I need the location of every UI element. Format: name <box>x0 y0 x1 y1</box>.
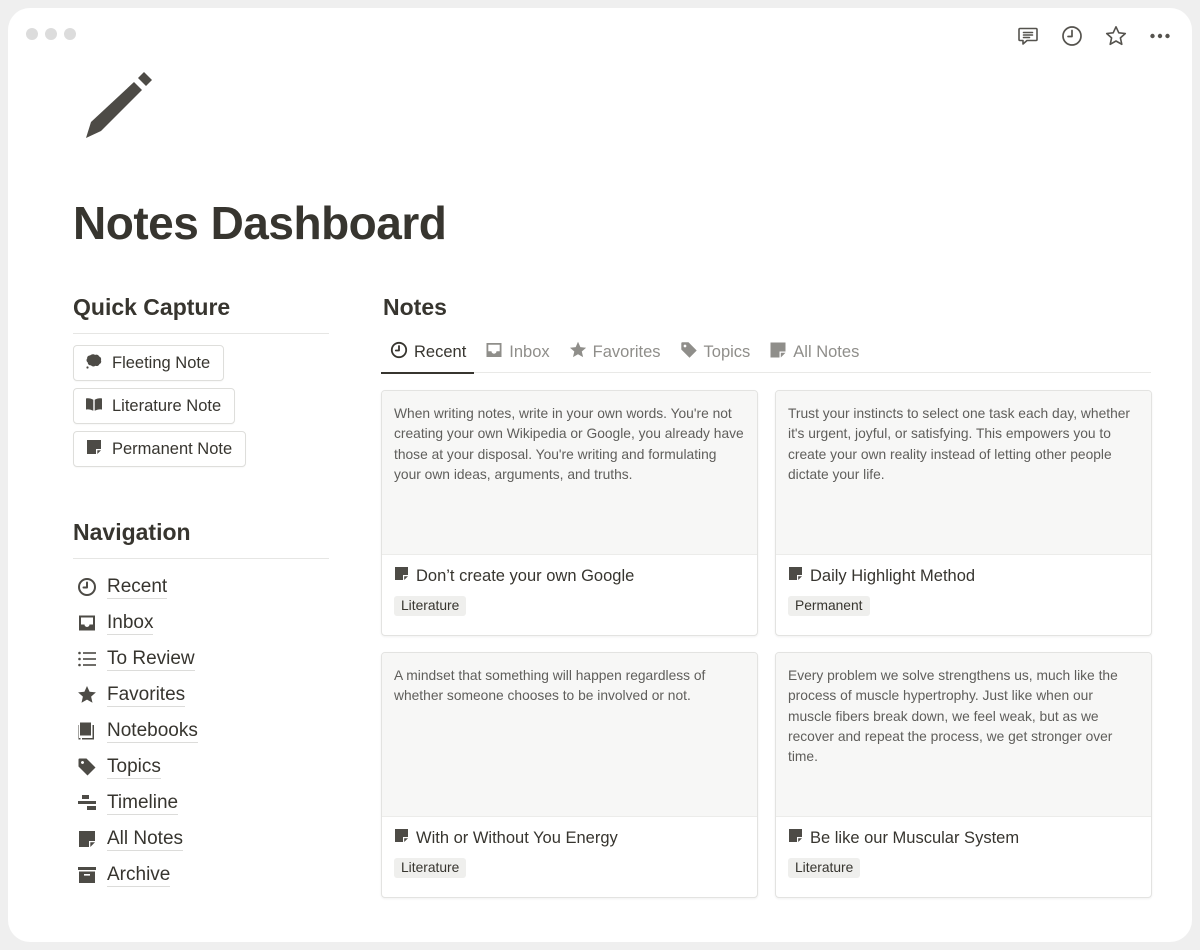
note-card[interactable]: Trust your instincts to select one task … <box>775 390 1152 636</box>
note-card[interactable]: A mindset that something will happen reg… <box>381 652 758 898</box>
nav-label: To Review <box>107 647 195 671</box>
nav-label: Archive <box>107 863 171 887</box>
literature-note-button[interactable]: Literature Note <box>73 388 236 424</box>
tab-label: Recent <box>414 343 467 361</box>
nav-item-archive[interactable]: Archive <box>73 857 329 893</box>
tag-icon <box>680 341 698 364</box>
note-icon <box>788 566 803 586</box>
app-window: Notes Dashboard Quick Capture Fleeting N… <box>8 8 1192 942</box>
zoom-window-button[interactable] <box>64 28 76 40</box>
tab-favorites[interactable]: Favorites <box>560 333 669 373</box>
note-title: Daily Highlight Method <box>810 566 976 585</box>
navigation-section: Navigation Recent Inbox To Review Favori… <box>73 519 329 893</box>
cloud-icon <box>85 352 103 375</box>
nav-label: Recent <box>107 575 168 599</box>
nav-item-timeline[interactable]: Timeline <box>73 785 329 821</box>
note-preview: A mindset that something will happen reg… <box>382 653 757 817</box>
nav-item-topics[interactable]: Topics <box>73 749 329 785</box>
fleeting-note-button[interactable]: Fleeting Note <box>73 345 225 381</box>
star-icon <box>569 341 587 364</box>
close-window-button[interactable] <box>26 28 38 40</box>
note-icon <box>394 828 409 848</box>
star-icon <box>75 683 99 707</box>
nav-label: Topics <box>107 755 161 779</box>
note-type-tag: Permanent <box>788 596 870 616</box>
clock-icon <box>75 575 99 599</box>
tag-icon <box>75 755 99 779</box>
notes-tabs: Recent Inbox Favorites Topics All Notes <box>381 333 1151 374</box>
note-type-tag: Literature <box>788 858 861 878</box>
notes-gallery: When writing notes, write in your own wo… <box>381 390 1152 898</box>
tab-label: Favorites <box>592 343 661 361</box>
list-icon <box>75 647 99 671</box>
left-column: Quick Capture Fleeting Note Literature N… <box>73 294 329 893</box>
nav-item-inbox[interactable]: Inbox <box>73 605 329 641</box>
nav-label: All Notes <box>107 827 184 851</box>
notes-heading: Notes <box>383 294 447 320</box>
tab-label: All Notes <box>793 343 860 361</box>
clock-icon <box>390 341 408 364</box>
note-preview: Trust your instincts to select one task … <box>776 391 1151 555</box>
permanent-note-label: Permanent Note <box>112 439 233 458</box>
window-controls <box>26 28 76 40</box>
quick-capture-heading: Quick Capture <box>73 294 329 334</box>
note-card[interactable]: When writing notes, write in your own wo… <box>381 390 758 636</box>
tab-label: Topics <box>703 343 751 361</box>
nav-label: Favorites <box>107 683 186 707</box>
note-icon <box>769 341 787 364</box>
timeline-icon <box>75 791 99 815</box>
note-type-tag: Literature <box>394 858 467 878</box>
history-icon[interactable] <box>1060 24 1084 48</box>
tab-all-notes[interactable]: All Notes <box>760 333 867 373</box>
nav-item-recent[interactable]: Recent <box>73 569 329 605</box>
quick-capture-section: Quick Capture Fleeting Note Literature N… <box>73 294 329 467</box>
pencil-icon[interactable] <box>84 72 154 142</box>
note-icon <box>788 828 803 848</box>
nav-item-notebooks[interactable]: Notebooks <box>73 713 329 749</box>
note-title: Don’t create your own Google <box>416 566 635 585</box>
open-book-icon <box>85 395 103 418</box>
nav-label: Timeline <box>107 791 179 815</box>
tab-topics[interactable]: Topics <box>671 333 759 373</box>
archive-icon <box>75 863 99 887</box>
page-title: Notes Dashboard <box>73 197 447 249</box>
note-icon <box>85 438 103 461</box>
note-card[interactable]: Every problem we solve strengthens us, m… <box>775 652 1152 898</box>
minimize-window-button[interactable] <box>45 28 57 40</box>
notebooks-icon <box>75 719 99 743</box>
tab-label: Inbox <box>509 343 550 361</box>
nav-label: Notebooks <box>107 719 198 743</box>
note-icon <box>394 566 409 586</box>
fleeting-note-label: Fleeting Note <box>112 353 211 372</box>
note-title: Be like our Muscular System <box>810 828 1020 847</box>
tab-recent[interactable]: Recent <box>381 333 475 374</box>
navigation-heading: Navigation <box>73 519 329 559</box>
topbar-actions <box>1016 24 1172 48</box>
literature-note-label: Literature Note <box>112 396 222 415</box>
inbox-icon <box>485 341 503 364</box>
notes-section: Notes Recent Inbox Favorites Topics All … <box>381 294 1152 898</box>
note-preview: When writing notes, write in your own wo… <box>382 391 757 555</box>
permanent-note-button[interactable]: Permanent Note <box>73 431 247 467</box>
inbox-icon <box>75 611 99 635</box>
tab-inbox[interactable]: Inbox <box>476 333 557 373</box>
comments-icon[interactable] <box>1016 24 1040 48</box>
note-icon <box>75 827 99 851</box>
note-type-tag: Literature <box>394 596 467 616</box>
favorite-star-icon[interactable] <box>1104 24 1128 48</box>
note-preview: Every problem we solve strengthens us, m… <box>776 653 1151 817</box>
nav-item-all-notes[interactable]: All Notes <box>73 821 329 857</box>
nav-label: Inbox <box>107 611 154 635</box>
more-options-icon[interactable] <box>1148 24 1172 48</box>
note-title: With or Without You Energy <box>416 828 618 847</box>
nav-item-to-review[interactable]: To Review <box>73 641 329 677</box>
nav-item-favorites[interactable]: Favorites <box>73 677 329 713</box>
